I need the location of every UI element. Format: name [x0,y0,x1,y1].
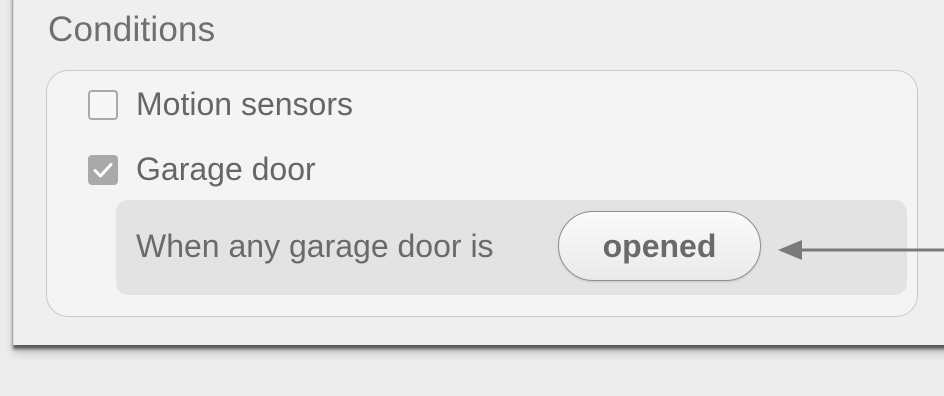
option-label: Garage door [136,151,316,187]
option-motion-sensors[interactable]: Motion sensors [88,86,353,123]
motion-sensors-checkbox[interactable] [88,89,118,120]
arrow-left-icon [778,240,944,260]
section-title: Conditions [48,10,216,49]
state-button[interactable]: opened [558,211,761,281]
checkmark-icon [93,162,113,177]
condition-prefix: When any garage door is [136,228,494,264]
option-garage-door[interactable]: Garage door [88,151,316,188]
garage-door-checkbox[interactable] [88,154,118,185]
option-label: Motion sensors [136,86,353,122]
